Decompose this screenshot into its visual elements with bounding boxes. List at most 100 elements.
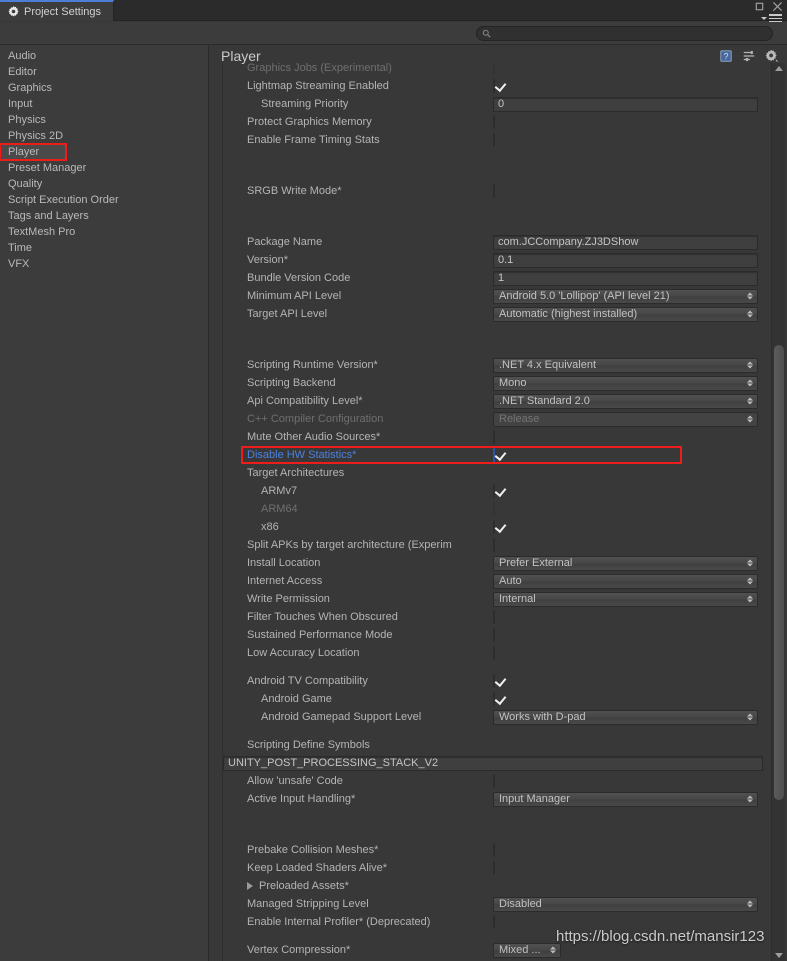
row-control bbox=[493, 675, 495, 687]
sidebar-item-tags-and-layers[interactable]: Tags and Layers bbox=[0, 208, 208, 224]
sidebar-item-graphics[interactable]: Graphics bbox=[0, 80, 208, 96]
row-label: Disable HW Statistics* bbox=[247, 449, 356, 461]
input-streaming-priority[interactable]: 0 bbox=[493, 97, 758, 112]
checkbox-android-game[interactable] bbox=[493, 692, 495, 706]
checkbox-allow-unsafe-code[interactable] bbox=[493, 774, 495, 788]
scroll-down-arrow-icon[interactable] bbox=[775, 953, 783, 958]
checkbox-split-apks-by-target-architecture-experim[interactable] bbox=[493, 538, 495, 552]
checkbox-disable-hw-statistics[interactable] bbox=[493, 448, 495, 462]
checkbox-graphics-jobs-experimental[interactable] bbox=[493, 63, 495, 75]
row-label: Keep Loaded Shaders Alive* bbox=[247, 862, 387, 874]
settings-row-keep-loaded-shaders-alive: Keep Loaded Shaders Alive* bbox=[223, 859, 774, 877]
dropdown-target-api-level[interactable]: Automatic (highest installed) bbox=[493, 307, 758, 322]
checkbox-low-accuracy-location[interactable] bbox=[493, 646, 495, 660]
dropdown-minimum-api-level[interactable]: Android 5.0 'Lollipop' (API level 21) bbox=[493, 289, 758, 304]
checkbox-sustained-performance-mode[interactable] bbox=[493, 628, 495, 642]
sidebar-item-editor[interactable]: Editor bbox=[0, 64, 208, 80]
checkbox-prebake-collision-meshes[interactable] bbox=[493, 843, 495, 857]
sidebar-item-script-execution-order[interactable]: Script Execution Order bbox=[0, 192, 208, 208]
dropdown-value: Automatic (highest installed) bbox=[499, 308, 637, 320]
dropdown-install-location[interactable]: Prefer External bbox=[493, 556, 758, 571]
checkbox-srgb-write-mode[interactable] bbox=[493, 184, 495, 198]
checkbox-lightmap-streaming-enabled[interactable] bbox=[493, 79, 495, 93]
vertical-scrollbar[interactable] bbox=[771, 63, 785, 961]
settings-row-target-architectures: Target Architectures bbox=[223, 464, 774, 482]
settings-scroll-content: Graphics Jobs (Experimental)Lightmap Str… bbox=[222, 63, 774, 961]
gear-icon[interactable] bbox=[765, 49, 779, 63]
tab-project-settings[interactable]: Project Settings bbox=[0, 0, 114, 21]
sidebar-item-physics-2d[interactable]: Physics 2D bbox=[0, 128, 208, 144]
search-box[interactable] bbox=[476, 26, 773, 41]
dropdown-api-compatibility-level[interactable]: .NET Standard 2.0 bbox=[493, 394, 758, 409]
row-control bbox=[493, 485, 495, 497]
settings-row-scripting-backend: Scripting BackendMono bbox=[223, 374, 774, 392]
row-label: Split APKs by target architecture (Exper… bbox=[247, 539, 493, 551]
checkbox-armv7[interactable] bbox=[493, 484, 495, 498]
checkbox-mute-other-audio-sources[interactable] bbox=[493, 430, 495, 444]
row-control bbox=[493, 63, 495, 74]
settings-row-version: Version*0.1 bbox=[223, 251, 774, 269]
sidebar-item-input[interactable]: Input bbox=[0, 96, 208, 112]
settings-row-srgb-write-mode: SRGB Write Mode* bbox=[223, 182, 774, 200]
input-version[interactable]: 0.1 bbox=[493, 253, 758, 268]
row-label: Internet Access bbox=[247, 575, 322, 587]
sidebar-item-preset-manager[interactable]: Preset Manager bbox=[0, 160, 208, 176]
sidebar-item-player[interactable]: Player bbox=[0, 144, 66, 160]
search-icon bbox=[482, 29, 491, 38]
row-control bbox=[493, 862, 495, 874]
sidebar-item-audio[interactable]: Audio bbox=[0, 48, 208, 64]
minimize-icon[interactable] bbox=[754, 1, 765, 12]
dropdown-active-input-handling[interactable]: Input Manager bbox=[493, 792, 758, 807]
dropdown-internet-access[interactable]: Auto bbox=[493, 574, 758, 589]
scroll-up-arrow-icon[interactable] bbox=[775, 66, 783, 71]
row-control: Android 5.0 'Lollipop' (API level 21) bbox=[493, 289, 758, 304]
dropdown-scripting-runtime-version[interactable]: .NET 4.x Equivalent bbox=[493, 358, 758, 373]
checkbox-enable-frame-timing-stats[interactable] bbox=[493, 133, 495, 147]
foldout-triangle-icon[interactable] bbox=[247, 882, 253, 890]
search-input[interactable] bbox=[495, 28, 745, 39]
checkbox-keep-loaded-shaders-alive[interactable] bbox=[493, 861, 495, 875]
help-book-icon[interactable]: ? bbox=[719, 49, 733, 63]
dropdown-c-compiler-configuration[interactable]: Release bbox=[493, 412, 758, 427]
toolbar bbox=[0, 22, 787, 45]
settings-row-api-compatibility-level: Api Compatibility Level*.NET Standard 2.… bbox=[223, 392, 774, 410]
sidebar-item-label: Graphics bbox=[8, 82, 52, 94]
sidebar-item-textmesh-pro[interactable]: TextMesh Pro bbox=[0, 224, 208, 240]
dropdown-managed-stripping-level[interactable]: Disabled bbox=[493, 897, 758, 912]
input-package-name[interactable]: com.JCCompany.ZJ3DShow bbox=[493, 235, 758, 250]
checkbox-arm64[interactable] bbox=[493, 502, 495, 516]
settings-row-protect-graphics-memory: Protect Graphics Memory bbox=[223, 113, 774, 131]
sidebar-item-physics[interactable]: Physics bbox=[0, 112, 208, 128]
row-label: Managed Stripping Level bbox=[247, 898, 369, 910]
settings-row-preloaded-assets: Preloaded Assets* bbox=[223, 877, 774, 895]
checkbox-android-tv-compatibility[interactable] bbox=[493, 674, 495, 688]
settings-row-disable-hw-statistics: Disable HW Statistics* bbox=[223, 446, 774, 464]
row-label: ARMv7 bbox=[261, 485, 297, 497]
dropdown-android-gamepad-support-level[interactable]: Works with D-pad bbox=[493, 710, 758, 725]
checkbox-x86[interactable] bbox=[493, 520, 495, 534]
sidebar-item-vfx[interactable]: VFX bbox=[0, 256, 208, 272]
checkbox-protect-graphics-memory[interactable] bbox=[493, 115, 495, 129]
close-icon[interactable] bbox=[772, 1, 783, 12]
dropdown-scripting-backend[interactable]: Mono bbox=[493, 376, 758, 391]
row-control bbox=[493, 185, 495, 197]
dropdown-write-permission[interactable]: Internal bbox=[493, 592, 758, 607]
checkbox-enable-internal-profiler-deprecated[interactable] bbox=[493, 915, 495, 929]
sidebar-item-time[interactable]: Time bbox=[0, 240, 208, 256]
preset-icon[interactable] bbox=[742, 49, 756, 63]
settings-row-filter-touches-when-obscured: Filter Touches When Obscured bbox=[223, 608, 774, 626]
row-control bbox=[493, 916, 495, 928]
row-label: Minimum API Level bbox=[247, 290, 341, 302]
checkbox-filter-touches-when-obscured[interactable] bbox=[493, 610, 495, 624]
scripting-define-symbols-input[interactable]: UNITY_POST_PROCESSING_STACK_V2 bbox=[223, 756, 763, 771]
dropdown-value: Disabled bbox=[499, 898, 542, 910]
row-control: Mixed ... bbox=[493, 943, 561, 958]
sidebar-item-quality[interactable]: Quality bbox=[0, 176, 208, 192]
input-bundle-version-code[interactable]: 1 bbox=[493, 271, 758, 286]
sidebar-item-label: Physics bbox=[8, 114, 46, 126]
dropdown-value: Mixed ... bbox=[499, 944, 541, 956]
scrollbar-thumb[interactable] bbox=[774, 345, 784, 800]
dropdown-value: Prefer External bbox=[499, 557, 572, 569]
sidebar-item-label: Tags and Layers bbox=[8, 210, 89, 222]
dropdown-vertex-compression[interactable]: Mixed ... bbox=[493, 943, 561, 958]
